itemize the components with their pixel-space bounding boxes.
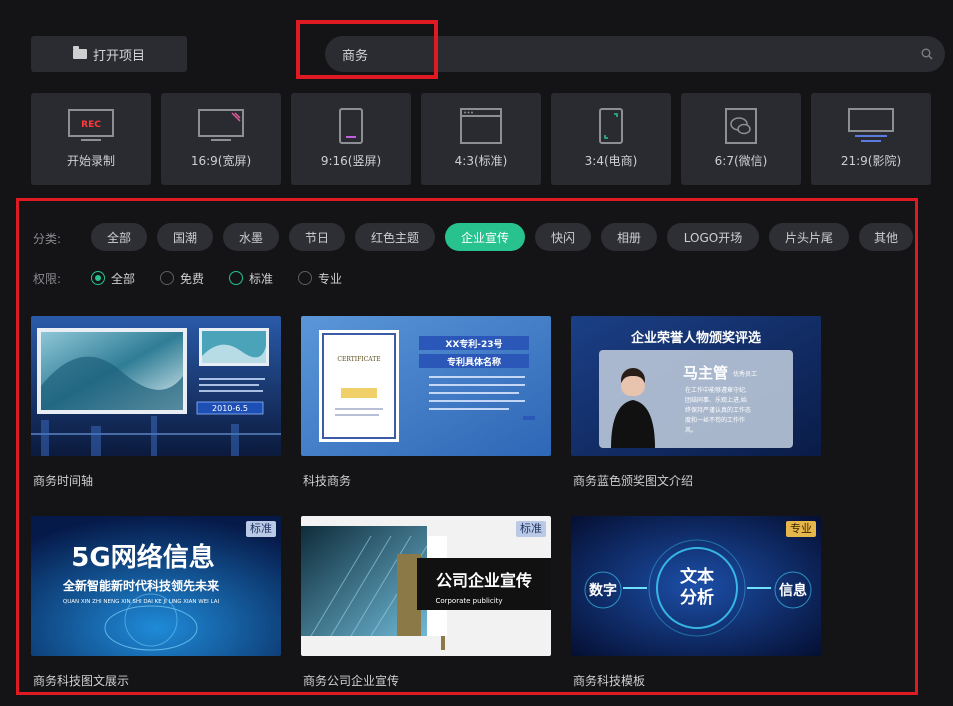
tech-business-preview: CERTIFICATE XX专利-23号 专利具体名称 [301, 316, 551, 456]
category-chip-flash[interactable]: 快闪 [535, 223, 591, 251]
standard-window-icon [460, 108, 502, 144]
rec-monitor-icon: REC [68, 109, 114, 141]
cinema-screen-icon [848, 108, 894, 142]
aspect-label: 16:9(宽屏) [190, 154, 252, 168]
pro-badge: 专业 [786, 521, 816, 537]
open-project-button[interactable]: 打开项目 [31, 36, 187, 72]
category-chip-intro-outro[interactable]: 片头片尾 [769, 223, 849, 251]
svg-text:Corporate publicity: Corporate publicity [435, 597, 502, 605]
template-title[interactable]: 商务公司企业宣传 [303, 672, 399, 689]
template-thumbnail[interactable]: 数字 文本 分析 信息 专业 [571, 516, 821, 656]
template-title[interactable]: 科技商务 [303, 472, 351, 489]
svg-text:度和一丝不苟的工作作: 度和一丝不苟的工作作 [685, 416, 745, 424]
svg-text:数字: 数字 [589, 582, 617, 599]
category-chip-album[interactable]: 相册 [601, 223, 657, 251]
svg-text:信息: 信息 [779, 582, 807, 599]
svg-text:QUAN XIN ZHI NENG XIN SHI DAI: QUAN XIN ZHI NENG XIN SHI DAI KE JI LING… [63, 599, 220, 605]
template-title[interactable]: 商务时间轴 [33, 472, 93, 489]
svg-text:CERTIFICATE: CERTIFICATE [337, 356, 380, 363]
svg-text:分析: 分析 [680, 587, 714, 608]
radio-icon [160, 271, 174, 285]
category-chip-ink[interactable]: 水墨 [223, 223, 279, 251]
category-chip-other[interactable]: 其他 [859, 223, 913, 251]
category-chip-festival[interactable]: 节日 [289, 223, 345, 251]
template-thumbnail[interactable]: CERTIFICATE XX专利-23号 专利具体名称 [301, 316, 551, 456]
svg-text:风。: 风。 [685, 427, 697, 434]
widescreen-monitor-icon [198, 109, 244, 141]
permission-radio-standard[interactable]: 标准 [229, 268, 273, 288]
svg-text:企业荣誉人物颁奖评选: 企业荣誉人物颁奖评选 [630, 330, 761, 346]
aspect-card-record[interactable]: REC 开始录制 [31, 93, 151, 185]
aspect-card-6-7[interactable]: 6:7(微信) [681, 93, 801, 185]
aspect-label: 3:4(电商) [584, 154, 638, 168]
folder-icon [72, 46, 87, 59]
aspect-label: 开始录制 [66, 154, 115, 168]
svg-text:文本: 文本 [680, 566, 714, 587]
aspect-label: 9:16(竖屏) [320, 154, 382, 168]
radio-checked-icon [91, 271, 105, 285]
radio-icon [298, 271, 312, 285]
search-icon[interactable] [921, 48, 933, 60]
aspect-card-9-16[interactable]: 9:16(竖屏) [291, 93, 411, 185]
svg-text:优秀员工: 优秀员工 [733, 370, 757, 378]
template-thumbnail[interactable]: 2010-6.5 [31, 316, 281, 456]
svg-text:团结同事、乐观上进,始: 团结同事、乐观上进,始 [685, 396, 747, 404]
aspect-card-3-4[interactable]: 3:4(电商) [551, 93, 671, 185]
svg-text:公司企业宣传: 公司企业宣传 [436, 571, 532, 590]
aspect-label: 6:7(微信) [714, 154, 768, 168]
template-thumbnail[interactable]: 5G网络信息 全新智能新时代科技领先未来 QUAN XIN ZHI NENG X… [31, 516, 281, 656]
aspect-label: 4:3(标准) [454, 154, 508, 168]
category-chip-red-theme[interactable]: 红色主题 [355, 223, 435, 251]
aspect-card-16-9[interactable]: 16:9(宽屏) [161, 93, 281, 185]
category-chip-all[interactable]: 全部 [91, 223, 147, 251]
svg-text:马主管: 马主管 [683, 364, 728, 382]
tech-business-template-preview: 数字 文本 分析 信息 [571, 516, 821, 656]
template-title[interactable]: 商务蓝色颁奖图文介绍 [573, 472, 693, 489]
business-timeline-preview: 2010-6.5 [31, 316, 281, 456]
svg-text:终保持严谨认真的工作态: 终保持严谨认真的工作态 [685, 406, 751, 414]
wechat-icon [725, 108, 757, 144]
permission-radio-pro[interactable]: 专业 [298, 268, 342, 288]
category-chip-corporate[interactable]: 企业宣传 [445, 223, 525, 251]
svg-text:5G网络信息: 5G网络信息 [71, 542, 214, 573]
template-thumbnail[interactable]: 公司企业宣传 Corporate publicity 标准 [301, 516, 551, 656]
search-highlight-box [296, 20, 438, 79]
category-chip-guochao[interactable]: 国潮 [157, 223, 213, 251]
svg-text:XX专利-23号: XX专利-23号 [445, 338, 502, 350]
aspect-label: 21:9(影院) [840, 154, 902, 168]
5g-network-preview: 5G网络信息 全新智能新时代科技领先未来 QUAN XIN ZHI NENG X… [31, 516, 281, 656]
svg-text:REC: REC [81, 120, 101, 130]
svg-text:全新智能新时代科技领先未来: 全新智能新时代科技领先未来 [62, 578, 220, 593]
template-title[interactable]: 商务科技模板 [573, 672, 645, 689]
ecommerce-phone-icon [599, 108, 623, 144]
radio-icon [229, 271, 243, 285]
standard-badge: 标准 [246, 521, 276, 537]
blue-award-preview: 企业荣誉人物颁奖评选 马主管 优秀员工 在工作中能够遵章守纪, 团结同事、乐观上… [571, 316, 821, 456]
template-title[interactable]: 商务科技图文展示 [33, 672, 129, 689]
aspect-card-4-3[interactable]: 4:3(标准) [421, 93, 541, 185]
permission-radio-all[interactable]: 全部 [91, 268, 135, 288]
permission-label: 权限: [33, 272, 62, 286]
category-chip-logo-intro[interactable]: LOGO开场 [667, 223, 759, 251]
standard-badge: 标准 [516, 521, 546, 537]
portrait-phone-icon [339, 108, 363, 144]
open-project-label: 打开项目 [92, 48, 145, 64]
svg-text:在工作中能够遵章守纪,: 在工作中能够遵章守纪, [685, 386, 747, 394]
category-label: 分类: [33, 232, 62, 246]
permission-radio-free[interactable]: 免费 [160, 268, 204, 288]
corporate-publicity-preview: 公司企业宣传 Corporate publicity [301, 516, 551, 656]
svg-text:2010-6.5: 2010-6.5 [212, 404, 248, 413]
template-thumbnail[interactable]: 企业荣誉人物颁奖评选 马主管 优秀员工 在工作中能够遵章守纪, 团结同事、乐观上… [571, 316, 821, 456]
svg-text:专利具体名称: 专利具体名称 [447, 356, 501, 368]
aspect-card-21-9[interactable]: 21:9(影院) [811, 93, 931, 185]
